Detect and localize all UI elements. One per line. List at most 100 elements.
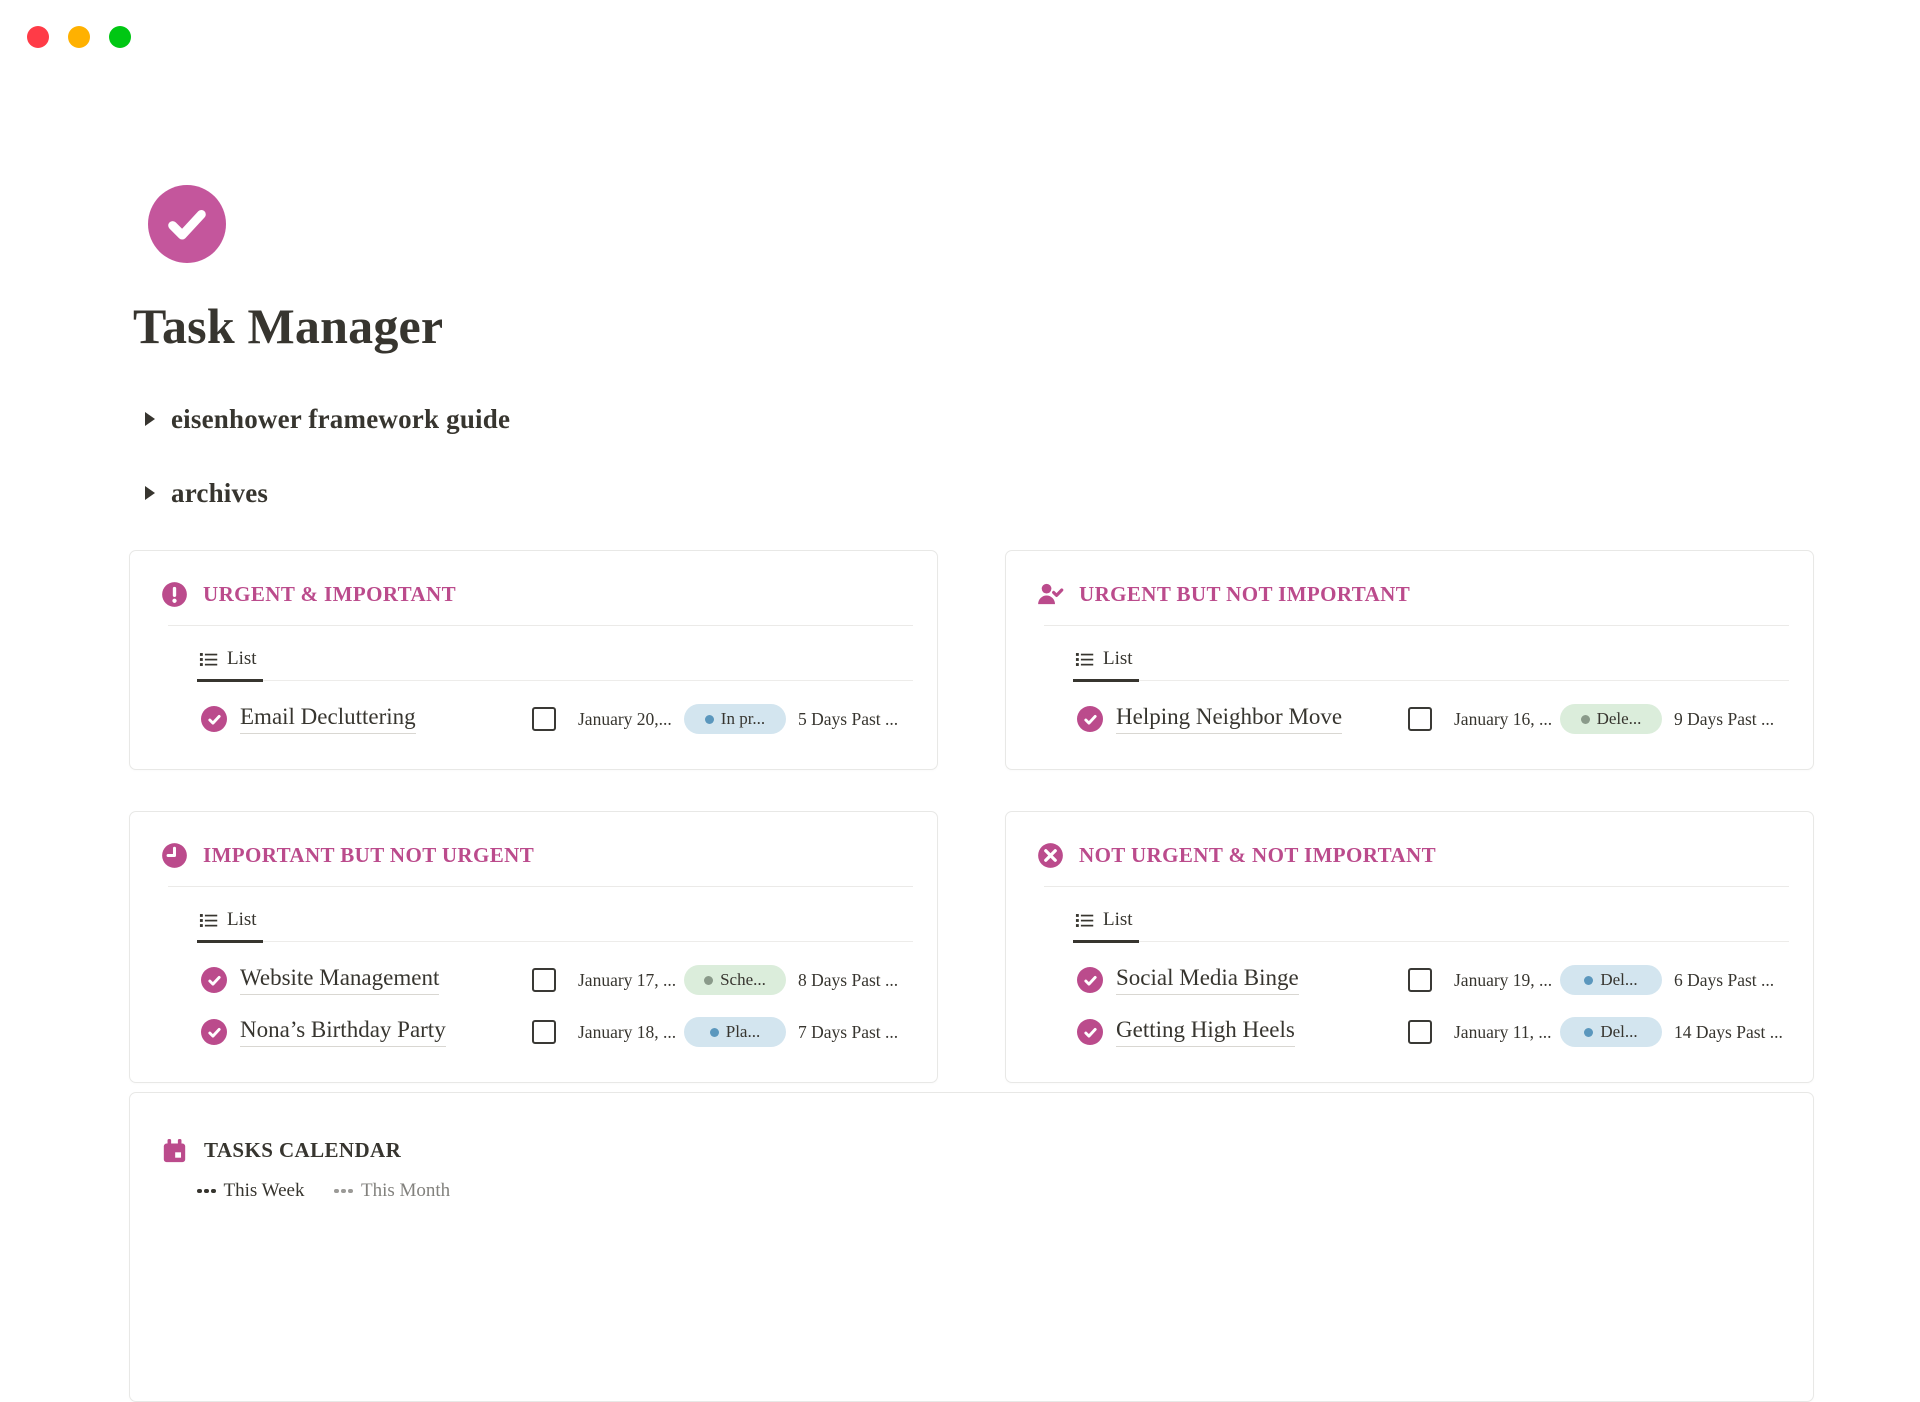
completed-check-icon[interactable] — [201, 706, 227, 732]
calendar-tab-this-week[interactable]: This Week — [197, 1180, 304, 1202]
quadrant-title: URGENT BUT NOT IMPORTANT — [1079, 582, 1410, 607]
window-minimize-button[interactable] — [68, 26, 90, 48]
days-past-text: 9 Days Past ... — [1674, 709, 1789, 730]
view-tab-label: List — [1103, 648, 1133, 670]
task-due-date: January 20,... — [578, 709, 684, 730]
task-name-link[interactable]: Helping Neighbor Move — [1116, 704, 1342, 734]
view-tab-label: List — [227, 648, 257, 670]
exclamation-circle-icon — [161, 581, 188, 608]
view-tab-list[interactable]: List — [197, 648, 263, 682]
tasks-calendar-title: TASKS CALENDAR — [204, 1138, 401, 1163]
view-tab-bar: List — [1073, 648, 1789, 681]
quadrant-title: URGENT & IMPORTANT — [203, 582, 456, 607]
days-past-text: 7 Days Past ... — [798, 1022, 913, 1043]
quadrant-card-urgent-important: URGENT & IMPORTANT List Email Declutteri… — [129, 550, 938, 770]
calendar-view-tabs: This Week This Month — [197, 1180, 1789, 1202]
toggle-label: eisenhower framework guide — [171, 404, 510, 435]
days-past-text: 14 Days Past ... — [1674, 1022, 1789, 1043]
status-badge[interactable]: Del... — [1560, 1017, 1662, 1047]
done-checkbox[interactable] — [532, 1020, 556, 1044]
status-label: In pr... — [721, 709, 765, 729]
tasks-calendar-header: TASKS CALENDAR — [130, 1093, 1813, 1164]
dots-view-icon — [334, 1189, 353, 1194]
view-tab-label: List — [1103, 909, 1133, 931]
status-label: Pla... — [726, 1022, 760, 1042]
quadrant-card-important-not-urgent: IMPORTANT BUT NOT URGENT List Website Ma… — [129, 811, 938, 1083]
clock-icon — [161, 842, 188, 869]
quadrant-grid: URGENT & IMPORTANT List Email Declutteri… — [129, 550, 1814, 1083]
done-checkbox[interactable] — [1408, 707, 1432, 731]
done-checkbox[interactable] — [532, 707, 556, 731]
list-view-icon — [199, 650, 218, 669]
task-list: Helping Neighbor Move January 16, ... De… — [1077, 693, 1789, 745]
status-label: Dele... — [1597, 709, 1642, 729]
status-dot-icon — [710, 1028, 719, 1037]
calendar-tab-label: This Month — [361, 1180, 450, 1202]
task-name-link[interactable]: Nona’s Birthday Party — [240, 1017, 446, 1047]
task-name-link[interactable]: Getting High Heels — [1116, 1017, 1295, 1047]
window-close-button[interactable] — [27, 26, 49, 48]
view-tab-list[interactable]: List — [197, 909, 263, 943]
completed-check-icon[interactable] — [201, 967, 227, 993]
task-list: Website Management January 17, ... Sche.… — [201, 954, 913, 1058]
divider — [1044, 625, 1789, 626]
status-label: Del... — [1600, 970, 1637, 990]
status-label: Sche... — [720, 970, 766, 990]
task-due-date: January 18, ... — [578, 1022, 684, 1043]
status-dot-icon — [704, 976, 713, 985]
quadrant-title: IMPORTANT BUT NOT URGENT — [203, 843, 534, 868]
x-circle-icon — [1037, 842, 1064, 869]
task-name-link[interactable]: Social Media Binge — [1116, 965, 1299, 995]
task-row: Email Decluttering January 20,... In pr.… — [201, 693, 913, 745]
toggle-archives[interactable]: archives — [145, 476, 1814, 510]
quadrant-title: NOT URGENT & NOT IMPORTANT — [1079, 843, 1436, 868]
list-view-icon — [1075, 650, 1094, 669]
task-row: Social Media Binge January 19, ... Del..… — [1077, 954, 1789, 1006]
calendar-icon — [161, 1137, 188, 1164]
window-controls — [27, 26, 131, 48]
quadrant-header: IMPORTANT BUT NOT URGENT — [130, 812, 937, 869]
view-tab-bar: List — [197, 648, 913, 681]
quadrant-header: URGENT & IMPORTANT — [130, 551, 937, 608]
status-dot-icon — [1584, 1028, 1593, 1037]
status-badge[interactable]: Pla... — [684, 1017, 786, 1047]
window-zoom-button[interactable] — [109, 26, 131, 48]
quadrant-header: NOT URGENT & NOT IMPORTANT — [1006, 812, 1813, 869]
status-label: Del... — [1600, 1022, 1637, 1042]
task-name-link[interactable]: Website Management — [240, 965, 439, 995]
view-tab-list[interactable]: List — [1073, 648, 1139, 682]
toggle-eisenhower-framework-guide[interactable]: eisenhower framework guide — [145, 402, 1814, 436]
completed-check-icon[interactable] — [1077, 1019, 1103, 1045]
calendar-tab-label: This Week — [224, 1180, 305, 1202]
done-checkbox[interactable] — [1408, 968, 1432, 992]
task-due-date: January 16, ... — [1454, 709, 1560, 730]
list-view-icon — [199, 911, 218, 930]
quadrant-header: URGENT BUT NOT IMPORTANT — [1006, 551, 1813, 608]
task-name-link[interactable]: Email Decluttering — [240, 704, 416, 734]
view-tab-list[interactable]: List — [1073, 909, 1139, 943]
status-badge[interactable]: Del... — [1560, 965, 1662, 995]
task-row: Nona’s Birthday Party January 18, ... Pl… — [201, 1006, 913, 1058]
divider — [168, 886, 913, 887]
toggle-label: archives — [171, 478, 268, 509]
status-badge[interactable]: In pr... — [684, 704, 786, 734]
status-dot-icon — [1584, 976, 1593, 985]
status-badge[interactable]: Dele... — [1560, 704, 1662, 734]
quadrant-card-urgent-not-important: URGENT BUT NOT IMPORTANT List Helping Ne… — [1005, 550, 1814, 770]
completed-check-icon[interactable] — [1077, 967, 1103, 993]
done-checkbox[interactable] — [532, 968, 556, 992]
completed-check-icon[interactable] — [1077, 706, 1103, 732]
task-list: Email Decluttering January 20,... In pr.… — [201, 693, 913, 745]
completed-check-icon[interactable] — [201, 1019, 227, 1045]
page-content: Task Manager eisenhower framework guide … — [129, 185, 1814, 1402]
status-dot-icon — [1581, 715, 1590, 724]
task-list: Social Media Binge January 19, ... Del..… — [1077, 954, 1789, 1058]
page-check-icon[interactable] — [148, 185, 226, 263]
calendar-tab-this-month[interactable]: This Month — [334, 1180, 450, 1202]
status-badge[interactable]: Sche... — [684, 965, 786, 995]
status-dot-icon — [705, 715, 714, 724]
quadrant-card-not-urgent-not-important: NOT URGENT & NOT IMPORTANT List Social M… — [1005, 811, 1814, 1083]
done-checkbox[interactable] — [1408, 1020, 1432, 1044]
page-title: Task Manager — [133, 298, 1814, 354]
toggle-list: eisenhower framework guide archives — [145, 402, 1814, 510]
